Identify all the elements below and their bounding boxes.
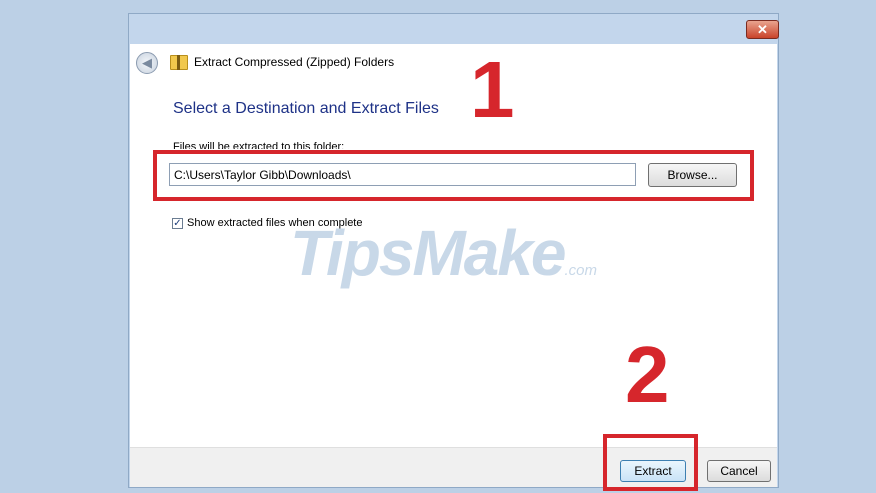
cancel-button[interactable]: Cancel xyxy=(707,460,771,482)
back-arrow-icon: ◀ xyxy=(142,55,152,70)
close-icon: ✕ xyxy=(757,22,768,37)
destination-label: Files will be extracted to this folder: xyxy=(173,141,345,149)
watermark: TipsMake.com xyxy=(290,216,597,290)
dialog-header: ◀ Extract Compressed (Zipped) Folders xyxy=(130,44,777,74)
show-files-checkbox[interactable]: ✓ xyxy=(172,217,183,229)
close-button[interactable]: ✕ xyxy=(746,20,779,39)
step-number-2: 2 xyxy=(625,330,670,419)
back-button[interactable]: ◀ xyxy=(136,52,158,74)
page-heading: Select a Destination and Extract Files xyxy=(173,100,439,117)
highlight-box-step-1 xyxy=(153,150,754,201)
step-number-1: 1 xyxy=(470,45,515,134)
dialog-client-area: ◀ Extract Compressed (Zipped) Folders Se… xyxy=(130,44,777,487)
extract-dialog-window: ✕ ◀ Extract Compressed (Zipped) Folders … xyxy=(128,13,779,488)
watermark-suffix: .com xyxy=(564,262,598,279)
zip-folder-icon xyxy=(170,55,188,70)
window-title: Extract Compressed (Zipped) Folders xyxy=(194,55,395,69)
watermark-text: TipsMake xyxy=(290,217,566,289)
highlight-box-step-2 xyxy=(603,434,698,491)
